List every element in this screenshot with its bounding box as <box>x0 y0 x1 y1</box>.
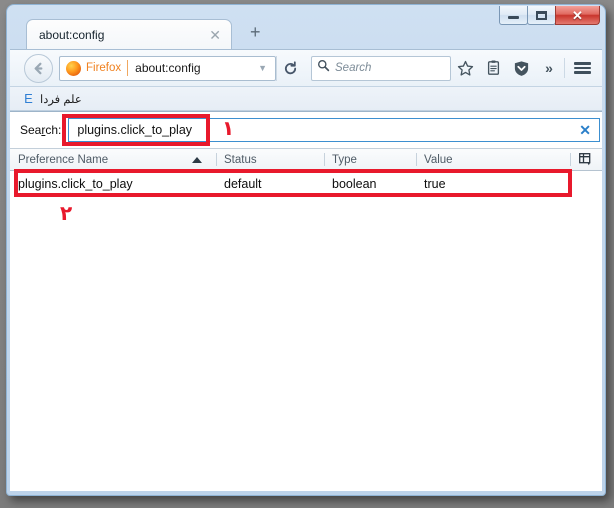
back-arrow-icon <box>31 61 46 76</box>
firefox-logo-icon <box>66 61 81 76</box>
desktop-background: ✕ about:config ✕ + Firefox <box>0 0 614 508</box>
column-header-preference-name[interactable]: Preference Name <box>10 149 216 170</box>
column-header-type[interactable]: Type <box>324 149 416 170</box>
bookmark-favicon-icon: E <box>22 92 35 105</box>
shield-download-icon <box>513 60 530 77</box>
column-header-status[interactable]: Status <box>216 149 324 170</box>
address-bar-value[interactable]: about:config <box>135 61 252 75</box>
chevron-down-icon[interactable]: ▼ <box>252 63 273 73</box>
toolbar-divider <box>564 58 565 78</box>
bookmark-label: علم فردا <box>40 92 82 106</box>
annotation-marker-2: ٢ <box>60 203 72 223</box>
search-icon <box>317 59 330 77</box>
preferences-table-header: Preference Name Status Type Value <box>10 148 602 171</box>
toolbar-search-box[interactable]: Search <box>311 56 451 81</box>
cell-status: default <box>216 177 324 191</box>
preference-search-field[interactable]: plugins.click_to_play ✕ <box>68 118 600 142</box>
firefox-brand-label: Firefox <box>86 62 121 74</box>
back-button[interactable] <box>24 54 53 83</box>
navigation-toolbar: Firefox about:config ▼ Search <box>10 49 602 87</box>
column-header-label: Status <box>224 154 257 166</box>
cell-type: boolean <box>324 177 416 191</box>
menu-button[interactable] <box>568 54 596 82</box>
column-picker-button[interactable] <box>570 149 602 170</box>
column-header-label: Preference Name <box>18 154 108 166</box>
cell-preference-name: plugins.click_to_play <box>10 177 216 191</box>
reload-icon <box>283 61 298 76</box>
firefox-browser-window: ✕ about:config ✕ + Firefox <box>6 4 606 496</box>
reading-list-button[interactable] <box>479 54 507 82</box>
toolbar-search-placeholder: Search <box>335 62 371 74</box>
preference-search-value[interactable]: plugins.click_to_play <box>77 123 573 137</box>
column-header-label: Type <box>332 154 357 166</box>
new-tab-button[interactable]: + <box>250 23 261 41</box>
chevron-double-right-icon: » <box>545 60 553 76</box>
overflow-button[interactable]: » <box>535 54 563 82</box>
preference-search-label: Search: <box>20 123 61 137</box>
tab-strip: about:config ✕ + <box>10 19 602 49</box>
column-picker-icon <box>579 153 593 166</box>
tab-title: about:config <box>39 28 205 42</box>
tab-about-config[interactable]: about:config ✕ <box>26 19 232 49</box>
column-header-label: Value <box>424 154 453 166</box>
bookmarks-toolbar: علم فردا E <box>10 87 602 111</box>
reading-list-icon <box>486 60 501 76</box>
tab-close-icon[interactable]: ✕ <box>205 28 225 42</box>
search-label-prefix: Sea <box>20 123 41 137</box>
column-header-value[interactable]: Value <box>416 149 570 170</box>
clear-search-icon[interactable]: ✕ <box>573 123 591 137</box>
preference-search-row: Search: plugins.click_to_play ✕ <box>10 112 602 148</box>
bookmark-star-button[interactable] <box>451 54 479 82</box>
downloads-button[interactable] <box>507 54 535 82</box>
table-row[interactable]: plugins.click_to_play default boolean tr… <box>10 171 602 196</box>
about-config-page: Search: plugins.click_to_play ✕ Preferen… <box>10 111 602 491</box>
address-bar[interactable]: Firefox about:config ▼ <box>59 56 276 81</box>
address-bar-separator <box>127 60 128 76</box>
preferences-table-body: plugins.click_to_play default boolean tr… <box>10 171 602 491</box>
sort-ascending-icon <box>192 157 202 163</box>
star-icon <box>457 60 474 77</box>
cell-value: true <box>416 177 602 191</box>
search-label-suffix: ch: <box>45 123 61 137</box>
hamburger-icon <box>574 60 591 76</box>
reload-button[interactable] <box>276 56 303 81</box>
bookmark-item[interactable]: علم فردا E <box>18 91 86 107</box>
